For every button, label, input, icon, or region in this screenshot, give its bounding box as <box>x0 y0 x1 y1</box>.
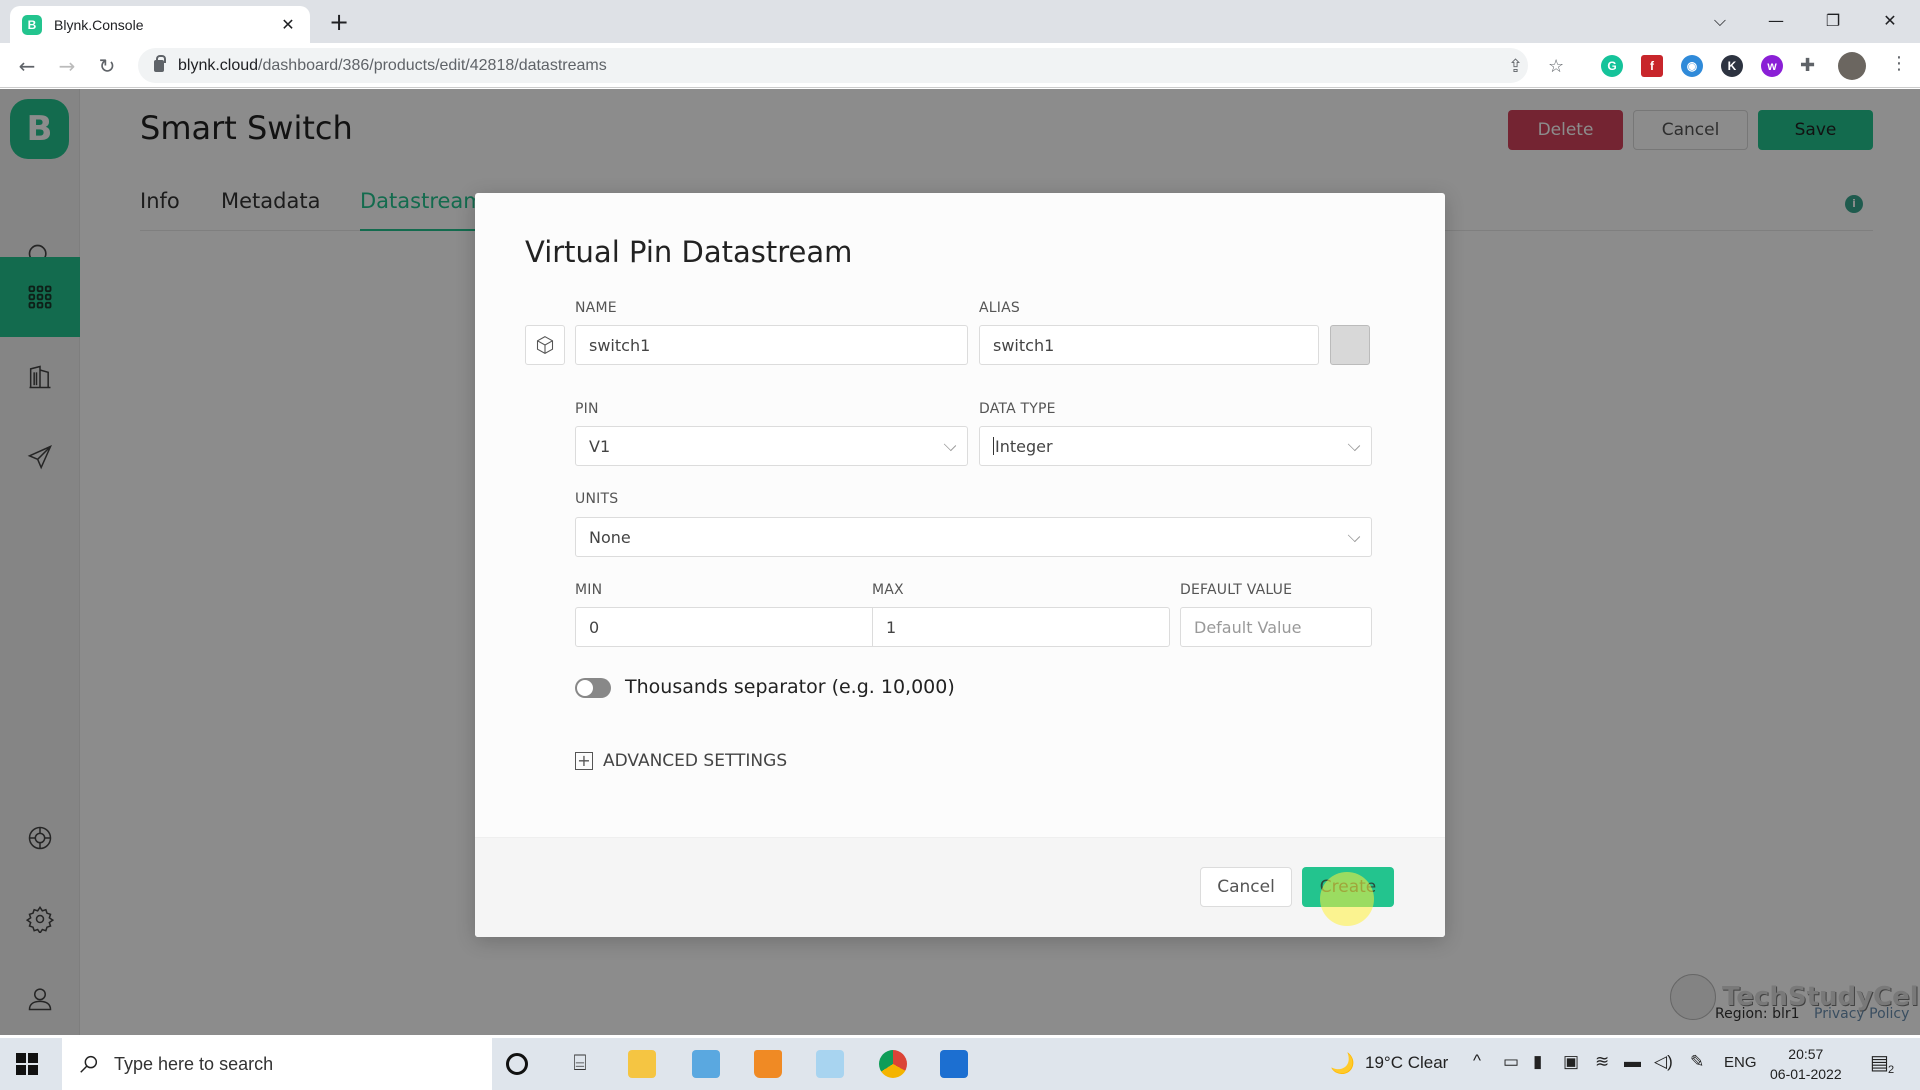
name-value: switch1 <box>589 335 651 355</box>
url-bar[interactable]: blynk.cloud/dashboard/386/products/edit/… <box>138 48 1564 83</box>
name-input[interactable]: switch1 <box>575 325 968 365</box>
default-value-placeholder: Default Value <box>1194 617 1302 637</box>
windows-start-icon[interactable] <box>16 1053 38 1075</box>
datastream-modal: Virtual Pin Datastream NAME switch1 ALIA… <box>475 193 1445 937</box>
forward-button[interactable]: → <box>52 51 82 81</box>
notification-count: 2 <box>1888 1064 1895 1076</box>
pin-value: V1 <box>589 436 611 456</box>
w-extension-icon[interactable]: w <box>1761 55 1783 77</box>
data-type-select[interactable]: Integer <box>979 426 1372 466</box>
clock-time: 20:57 <box>1788 1046 1824 1062</box>
data-type-label: DATA TYPE <box>979 401 1056 417</box>
tab-title: Blynk.Console <box>54 16 144 33</box>
k-extension-icon[interactable]: K <box>1721 55 1743 77</box>
advanced-settings-toggle[interactable]: + ADVANCED SETTINGS <box>575 751 787 771</box>
text-caret <box>993 437 994 455</box>
language-indicator[interactable]: ENG <box>1724 1054 1757 1071</box>
cube-icon <box>536 336 554 354</box>
blynk-favicon-icon: B <box>22 14 42 35</box>
default-value-label: DEFAULT VALUE <box>1180 582 1293 598</box>
bookmark-star-icon[interactable]: ☆ <box>1548 56 1564 77</box>
url-path: /dashboard/386/products/edit/42818/datas… <box>258 56 607 74</box>
weather-moon-icon: 🌙 <box>1330 1053 1355 1075</box>
address-toolbar: ← → ↻ blynk.cloud/dashboard/386/products… <box>0 43 1920 88</box>
pin-select[interactable]: V1 <box>575 426 968 466</box>
wifi-icon[interactable]: ≋ <box>1595 1052 1609 1072</box>
cortana-icon[interactable] <box>506 1053 528 1075</box>
flash-icon[interactable]: f <box>1641 55 1663 77</box>
browser-tab-bar: B Blynk.Console ✕ + ⌵ — ❐ ✕ <box>0 0 1920 43</box>
min-label: MIN <box>575 582 603 598</box>
globe-icon[interactable]: ◉ <box>1681 55 1703 77</box>
search-icon <box>80 1055 98 1073</box>
modal-footer: Cancel Create <box>475 837 1445 937</box>
file-explorer-icon[interactable] <box>628 1050 656 1078</box>
screen-share-icon[interactable]: ▣ <box>1563 1052 1579 1072</box>
alias-input[interactable]: switch1 <box>979 325 1319 365</box>
profile-avatar[interactable] <box>1838 52 1866 80</box>
expand-plus-icon: + <box>575 752 593 770</box>
chevron-down-icon <box>1347 529 1361 543</box>
chrome-icon[interactable] <box>879 1050 907 1078</box>
lock-icon <box>154 54 166 72</box>
modal-cancel-button[interactable]: Cancel <box>1200 867 1292 907</box>
pen-icon[interactable]: ✎ <box>1690 1052 1704 1072</box>
browser-menu-icon[interactable]: ⋮ <box>1890 53 1908 74</box>
data-type-value: Integer <box>995 436 1053 456</box>
color-picker[interactable] <box>1330 325 1370 365</box>
microphone-icon[interactable]: ▮ <box>1533 1052 1542 1072</box>
name-label: NAME <box>575 300 617 316</box>
advanced-settings-label: ADVANCED SETTINGS <box>603 751 788 771</box>
min-input[interactable]: 0 <box>575 607 873 647</box>
modal-title: Virtual Pin Datastream <box>525 235 853 269</box>
weather-text[interactable]: 19°C Clear <box>1365 1053 1448 1073</box>
taskbar-clock[interactable]: 20:57 06-01-2022 <box>1770 1044 1842 1084</box>
thousands-separator-label: Thousands separator (e.g. 10,000) <box>625 676 955 698</box>
photos-icon[interactable] <box>940 1050 968 1078</box>
close-window-button[interactable]: ✕ <box>1870 6 1910 36</box>
camera-icon[interactable]: ▭ <box>1503 1052 1519 1072</box>
notification-center-icon[interactable]: ▤ <box>1870 1050 1889 1075</box>
back-button[interactable]: ← <box>12 51 42 81</box>
units-value: None <box>589 527 631 547</box>
grammarly-icon[interactable]: G <box>1601 55 1623 77</box>
extensions-puzzle-icon[interactable]: ✚ <box>1800 55 1815 76</box>
default-value-input[interactable]: Default Value <box>1180 607 1372 647</box>
min-value: 0 <box>589 617 600 637</box>
task-view-icon[interactable]: ⌸ <box>566 1050 594 1078</box>
chevron-down-icon <box>943 438 957 452</box>
share-icon[interactable]: ⇪ <box>1508 56 1523 77</box>
reload-button[interactable]: ↻ <box>92 51 122 81</box>
thousands-separator-toggle[interactable] <box>575 678 611 698</box>
close-tab-icon[interactable]: ✕ <box>278 15 298 34</box>
alias-value: switch1 <box>993 335 1055 355</box>
notepad-icon[interactable] <box>816 1050 844 1078</box>
url-host: blynk.cloud <box>178 56 259 74</box>
taskbar-search-placeholder: Type here to search <box>114 1053 274 1074</box>
chevron-down-icon <box>1347 438 1361 452</box>
tray-chevron-up-icon[interactable]: ^ <box>1473 1051 1481 1071</box>
this-pc-icon[interactable] <box>692 1050 720 1078</box>
tab-search-chevron-icon[interactable]: ⌵ <box>1700 6 1740 36</box>
battery-icon[interactable]: ▬ <box>1624 1052 1641 1072</box>
browser-tab[interactable]: B Blynk.Console ✕ <box>10 6 310 43</box>
units-label: UNITS <box>575 491 619 507</box>
units-select[interactable]: None <box>575 517 1372 557</box>
max-input[interactable]: 1 <box>872 607 1170 647</box>
cursor-highlight <box>1320 872 1374 926</box>
vlc-icon[interactable] <box>754 1050 782 1078</box>
clock-date: 06-01-2022 <box>1770 1066 1842 1082</box>
volume-icon[interactable]: ◁) <box>1654 1052 1673 1072</box>
pin-label: PIN <box>575 401 599 417</box>
max-label: MAX <box>872 582 904 598</box>
max-value: 1 <box>886 617 897 637</box>
minimize-button[interactable]: — <box>1756 6 1796 36</box>
taskbar-search-box[interactable]: Type here to search <box>62 1038 492 1090</box>
alias-label: ALIAS <box>979 300 1020 316</box>
datastream-icon-picker[interactable] <box>525 325 565 365</box>
windows-taskbar: Type here to search ⌸ 🌙 19°C Clear ^ ▭ ▮… <box>0 1038 1920 1090</box>
new-tab-button[interactable]: + <box>325 8 353 36</box>
restore-button[interactable]: ❐ <box>1813 6 1853 36</box>
